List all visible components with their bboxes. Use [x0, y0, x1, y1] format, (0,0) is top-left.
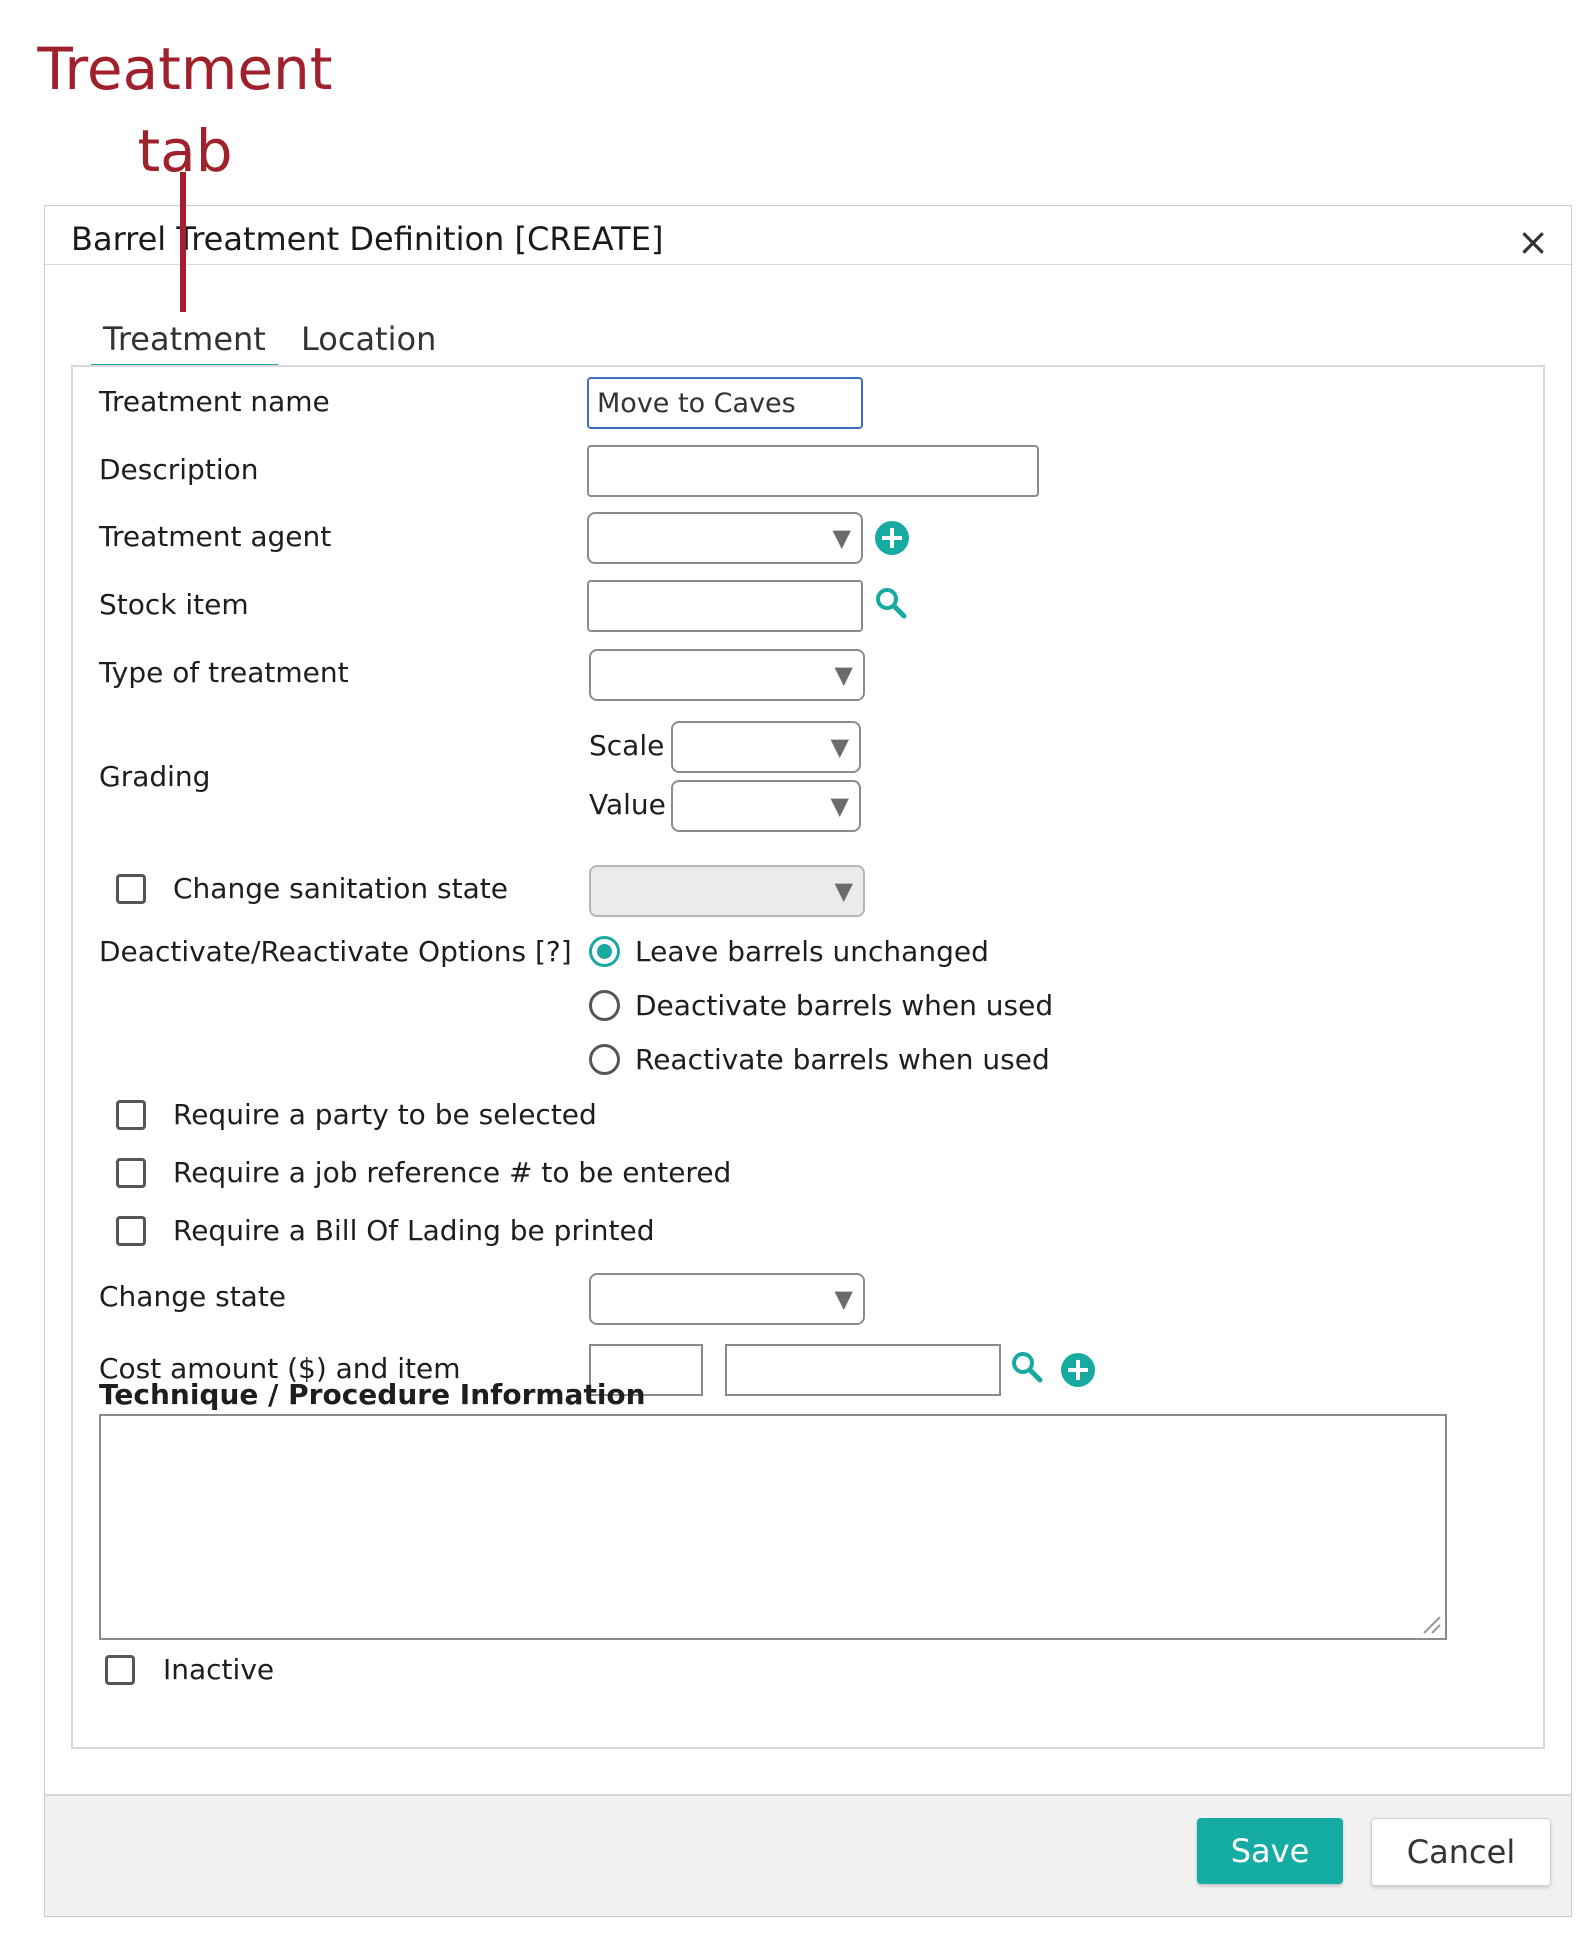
require-bol-label: Require a Bill Of Lading be printed: [173, 1214, 655, 1247]
technique-textarea[interactable]: [99, 1414, 1447, 1640]
tab-treatment[interactable]: Treatment: [91, 314, 278, 368]
change-sanitation-state-checkbox[interactable]: [116, 874, 146, 904]
require-bol-checkbox[interactable]: [116, 1216, 146, 1246]
description-label: Description: [99, 453, 259, 486]
treatment-name-input[interactable]: [587, 377, 863, 429]
radio-deactivate-label: Deactivate barrels when used: [635, 989, 1054, 1022]
radio-reactivate-when-used[interactable]: [589, 1044, 620, 1075]
chevron-down-icon: ▼: [834, 877, 853, 905]
change-sanitation-state-label: Change sanitation state: [173, 872, 508, 905]
sanitation-state-select: ▼: [589, 865, 865, 917]
grading-value-label: Value: [589, 788, 666, 821]
technique-heading: Technique / Procedure Information: [99, 1378, 646, 1411]
grading-scale-select[interactable]: ▼: [671, 721, 861, 773]
require-job-ref-checkbox[interactable]: [116, 1158, 146, 1188]
treatment-agent-label: Treatment agent: [99, 520, 332, 553]
grading-scale-label: Scale: [589, 729, 665, 762]
treatment-definition-dialog: Barrel Treatment Definition [CREATE] × T…: [44, 205, 1572, 1917]
stock-item-label: Stock item: [99, 588, 249, 621]
radio-deactivate-when-used[interactable]: [589, 990, 620, 1021]
annotation-pointer-line: [180, 172, 186, 312]
annotation-line1: Treatment: [37, 35, 333, 103]
radio-reactivate-label: Reactivate barrels when used: [635, 1043, 1050, 1076]
treatment-name-label: Treatment name: [99, 385, 330, 418]
change-state-select[interactable]: ▼: [589, 1273, 865, 1325]
chevron-down-icon: ▼: [830, 733, 849, 761]
chevron-down-icon: ▼: [830, 792, 849, 820]
add-treatment-agent-icon[interactable]: [873, 519, 911, 557]
inactive-label: Inactive: [163, 1653, 275, 1686]
dialog-title: Barrel Treatment Definition [CREATE]: [71, 220, 664, 258]
require-party-label: Require a party to be selected: [173, 1098, 597, 1131]
search-cost-item-icon[interactable]: [1009, 1349, 1045, 1385]
close-button[interactable]: ×: [1517, 222, 1549, 262]
change-state-label: Change state: [99, 1280, 287, 1313]
stock-item-input[interactable]: [587, 580, 863, 632]
cancel-button[interactable]: Cancel: [1371, 1818, 1551, 1886]
grading-label: Grading: [99, 760, 211, 793]
grading-value-select[interactable]: ▼: [671, 780, 861, 832]
tab-location[interactable]: Location: [289, 314, 448, 364]
radio-leave-unchanged-label: Leave barrels unchanged: [635, 935, 989, 968]
resize-grip-icon[interactable]: [1420, 1613, 1442, 1635]
radio-leave-unchanged[interactable]: [589, 936, 620, 967]
search-stock-item-icon[interactable]: [873, 585, 909, 621]
title-divider: [45, 264, 1571, 265]
treatment-panel: Treatment name Description Treatment age…: [71, 365, 1545, 1749]
type-of-treatment-label: Type of treatment: [99, 656, 349, 689]
chevron-down-icon: ▼: [834, 661, 853, 689]
inactive-checkbox[interactable]: [105, 1655, 135, 1685]
deactivate-options-label: Deactivate/Reactivate Options [?]: [99, 935, 572, 968]
treatment-agent-select[interactable]: ▼: [587, 512, 863, 564]
require-job-ref-label: Require a job reference # to be entered: [173, 1156, 732, 1189]
require-party-checkbox[interactable]: [116, 1100, 146, 1130]
annotation-label: Treatment tab: [0, 28, 370, 192]
save-button[interactable]: Save: [1197, 1818, 1343, 1884]
description-input[interactable]: [587, 445, 1039, 497]
cost-item-input[interactable]: [725, 1344, 1001, 1396]
type-of-treatment-select[interactable]: ▼: [589, 649, 865, 701]
add-cost-item-icon[interactable]: [1059, 1351, 1097, 1389]
chevron-down-icon: ▼: [834, 1285, 853, 1313]
chevron-down-icon: ▼: [832, 524, 851, 552]
